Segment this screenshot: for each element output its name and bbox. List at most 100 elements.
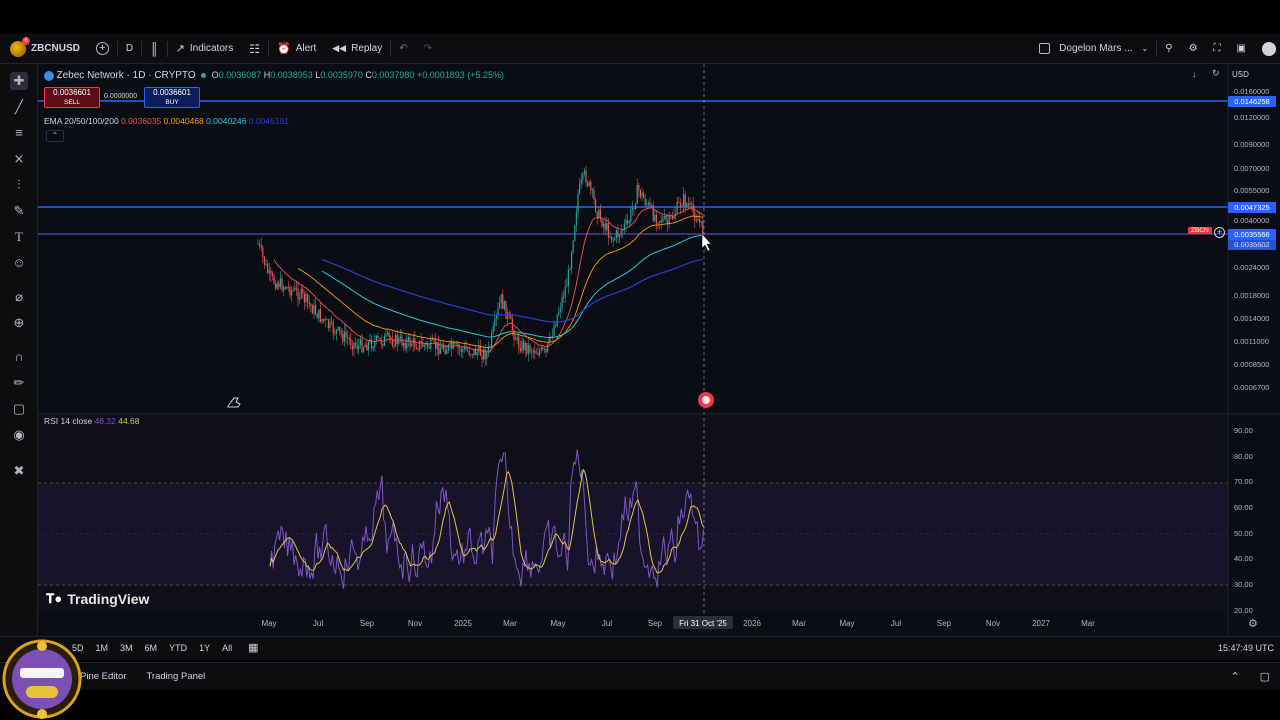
collapse-panel-icon[interactable]: ⌃ xyxy=(1220,670,1249,683)
alert-button[interactable]: ⏰ Alert xyxy=(269,34,324,64)
tradingview-watermark: 𝐓● TradingView xyxy=(46,591,149,607)
range-all[interactable]: All xyxy=(216,643,238,653)
sell-button[interactable]: 0.0036601 SELL xyxy=(44,87,100,108)
quick-search-button[interactable]: ⚲ xyxy=(1157,34,1180,64)
ema-line xyxy=(297,215,703,349)
undo-button[interactable]: ↶ xyxy=(391,34,415,64)
buy-button[interactable]: 0.0036601 BUY xyxy=(144,87,200,108)
range-ytd[interactable]: YTD xyxy=(163,643,193,653)
range-1y[interactable]: 1Y xyxy=(193,643,216,653)
chevron-down-icon: ⌄ xyxy=(1141,44,1149,53)
candle-body xyxy=(691,203,693,205)
settings-button[interactable]: ⚙ xyxy=(1181,34,1206,64)
candle-body xyxy=(484,349,486,360)
clock-time[interactable]: 15:47:49 UTC xyxy=(1218,643,1280,653)
undo-icon: ↶ xyxy=(399,43,408,54)
layout-button[interactable]: Dogelon Mars ... ⌄ xyxy=(1031,34,1156,64)
price-axis-label: 0.0014000 xyxy=(1234,314,1269,323)
snapshot-button[interactable]: ▣ xyxy=(1229,34,1254,64)
price-axis-label: 0.0006700 xyxy=(1234,383,1269,392)
add-alert-plus-icon[interactable]: + xyxy=(1214,227,1225,238)
top-toolbar: 6 ZBCNUSD + D ║ ↗ Indicators ☷ ⏰ Alert ◀… xyxy=(0,34,1280,64)
candle-body xyxy=(316,314,318,319)
candle-body xyxy=(494,318,496,327)
candle-body xyxy=(542,347,544,350)
ruler-icon[interactable]: ⌀ xyxy=(10,288,28,306)
time-axis[interactable]: May Jul Sep Nov 2025 Mar May Jul Sep Fri 31 Oct '… xyxy=(261,616,1095,629)
avatar-glasses xyxy=(20,668,64,678)
ohlc-high: 0.0038953 xyxy=(270,70,313,80)
fullscreen-button[interactable]: ⛶ xyxy=(1206,34,1229,64)
time-axis-label: Nov xyxy=(408,619,422,628)
candle-body xyxy=(571,252,573,269)
candle-body xyxy=(601,219,603,227)
candle-body xyxy=(559,308,561,312)
candle-body xyxy=(283,287,285,291)
redo-button[interactable]: ↷ xyxy=(416,34,440,64)
trading-panel-tab[interactable]: Trading Panel xyxy=(136,671,215,682)
trend-line-icon[interactable]: ╱ xyxy=(10,98,28,116)
avatar-coin-bottom xyxy=(37,709,47,719)
range-1m[interactable]: 1M xyxy=(90,643,115,653)
candle-body xyxy=(551,335,553,338)
candle-body xyxy=(614,238,616,240)
candle-body xyxy=(366,344,368,351)
candle-body xyxy=(278,283,280,288)
chart-settings-gear-icon[interactable]: ⚙ xyxy=(1248,617,1258,630)
time-axis-label: 2025 xyxy=(454,619,472,628)
maximize-panel-icon[interactable]: ▢ xyxy=(1250,670,1280,683)
emoji-icon[interactable]: ☺ xyxy=(10,254,28,272)
currency-selector[interactable]: USD xyxy=(1232,70,1249,79)
zoom-in-icon[interactable]: ⊕ xyxy=(10,314,28,332)
candle-body xyxy=(332,321,334,333)
collapse-legend-button[interactable]: ⌃ xyxy=(46,130,64,142)
symbol-search[interactable]: 6 ZBCNUSD xyxy=(0,34,88,64)
pattern-icon[interactable]: ⨯ xyxy=(10,150,28,168)
candle-body xyxy=(276,283,278,289)
templates-button[interactable]: ☷ xyxy=(241,34,268,64)
brush-icon[interactable]: ✎ xyxy=(10,202,28,220)
candle-body xyxy=(460,348,462,352)
forecast-icon[interactable]: ⫶ xyxy=(10,176,28,194)
candle-body xyxy=(555,325,557,327)
candle-body xyxy=(679,202,681,207)
replay-button[interactable]: ◀◀ Replay xyxy=(324,34,390,64)
candle-body xyxy=(563,296,565,298)
refresh-icon[interactable]: ↻ xyxy=(1212,68,1220,79)
candle-body xyxy=(324,319,326,321)
magnet-icon[interactable]: ∩ xyxy=(10,348,28,366)
candle-body xyxy=(534,350,536,354)
fib-icon[interactable]: ≡ xyxy=(10,124,28,142)
indicators-label: Indicators xyxy=(189,43,234,54)
candle-body xyxy=(491,333,493,347)
crosshair-icon[interactable]: ✚ xyxy=(10,72,28,90)
candle-body xyxy=(523,340,525,351)
rsi-axis-label: 40.00 xyxy=(1234,554,1253,563)
sell-price: 0.0036601 xyxy=(53,88,91,97)
range-6m[interactable]: 6M xyxy=(139,643,164,653)
text-icon[interactable]: T xyxy=(10,228,28,246)
chart-type-button[interactable]: ║ xyxy=(142,34,167,64)
candle-body xyxy=(566,285,568,287)
lock-drawings-icon[interactable]: ✏ xyxy=(10,374,28,392)
candle-body xyxy=(419,340,421,350)
add-symbol-button[interactable]: + xyxy=(88,34,117,64)
range-3m[interactable]: 3M xyxy=(114,643,139,653)
price-chart-svg[interactable]: 0.0160000 0.0120000 0.0090000 0.0070000 0.00… xyxy=(38,64,1280,636)
indicators-button[interactable]: ↗ Indicators xyxy=(168,34,242,64)
interval-label: D xyxy=(125,43,134,54)
eye-icon[interactable]: ◉ xyxy=(10,426,28,444)
publish-button[interactable] xyxy=(1254,34,1280,64)
interval-button[interactable]: D xyxy=(118,34,141,64)
candle-body xyxy=(329,321,331,329)
download-icon[interactable]: ↓ xyxy=(1192,69,1197,79)
candle-body xyxy=(580,179,582,184)
trash-icon[interactable]: ✖ xyxy=(10,462,28,480)
object-tree-dino-icon[interactable] xyxy=(227,397,241,408)
candle-body xyxy=(518,336,520,348)
rsi-axis[interactable]: 90.00 80.00 70.00 60.00 50.00 40.00 30.00 20.00 xyxy=(1234,426,1253,615)
lock-icon[interactable]: ▢ xyxy=(10,400,28,418)
ema-50-value: 0.0040468 xyxy=(163,116,204,126)
calendar-icon[interactable]: ▦ xyxy=(238,641,268,654)
chart-pane[interactable]: 0.0160000 0.0120000 0.0090000 0.0070000 0.00… xyxy=(38,64,1280,660)
